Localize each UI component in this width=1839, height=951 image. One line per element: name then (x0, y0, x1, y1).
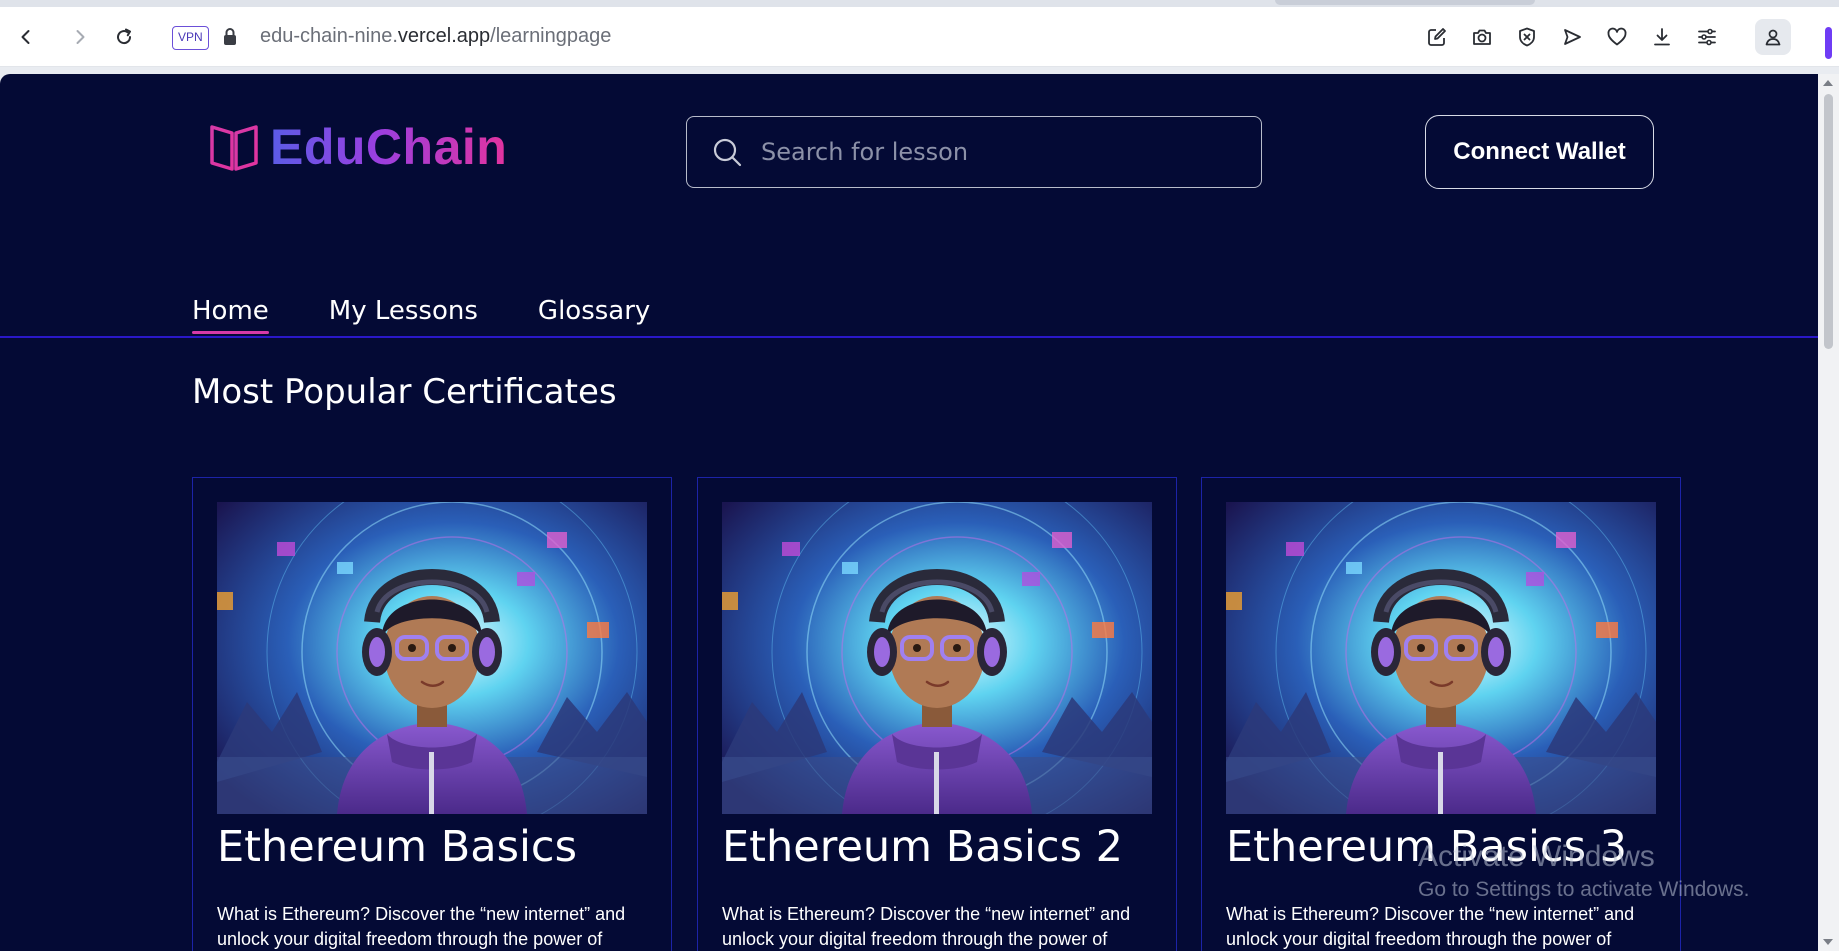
reload-button[interactable] (110, 23, 138, 51)
lock-icon[interactable] (222, 27, 238, 51)
heart-icon[interactable] (1603, 23, 1631, 51)
browser-tab-strip (0, 0, 1839, 7)
chevron-left-icon (21, 30, 30, 44)
scroll-up-arrow[interactable] (1823, 80, 1833, 86)
certificate-card[interactable]: Ethereum Basics 2 What is Ethereum? Disc… (697, 477, 1177, 951)
tab-my-lessons[interactable]: My Lessons (329, 296, 478, 332)
download-icon[interactable] (1648, 23, 1676, 51)
scrollbar-thumb[interactable] (1824, 94, 1833, 349)
search-icon (713, 138, 742, 167)
reload-icon (117, 28, 132, 45)
card-description: What is Ethereum? Discover the “new inte… (217, 904, 626, 949)
profile-icon (1765, 29, 1781, 46)
card-description: What is Ethereum? Discover the “new inte… (1226, 904, 1635, 949)
watermark-title: Activate Windows (1418, 840, 1655, 873)
search-input[interactable] (761, 138, 1231, 166)
url-host-domain: vercel.app (397, 25, 491, 47)
tab-home[interactable]: Home (192, 296, 269, 334)
site-logo[interactable]: EduChain (208, 118, 507, 176)
scroll-down-arrow[interactable] (1823, 939, 1833, 945)
forward-button[interactable] (66, 23, 94, 51)
section-title: Most Popular Certificates (192, 372, 617, 412)
page-scrollbar[interactable] (1818, 74, 1839, 951)
back-button[interactable] (12, 23, 40, 51)
card-image (722, 502, 1152, 814)
sidebar-toggle[interactable] (1825, 27, 1832, 59)
tab-glossary[interactable]: Glossary (538, 296, 650, 332)
logo-text: EduChain (270, 119, 508, 175)
book-icon (210, 125, 258, 171)
card-image (217, 502, 647, 814)
page: EduChain Connect Wallet Home My Lessons … (0, 74, 1818, 951)
url-path: /learningpage (490, 25, 612, 47)
chevron-right-icon (76, 30, 85, 44)
browser-toolbar: VPN edu-chain-nine.vercel.app/learningpa… (0, 7, 1839, 67)
address-bar[interactable]: edu-chain-nine.vercel.app/learningpage (260, 25, 611, 48)
settings-sliders-icon[interactable] (1693, 23, 1721, 51)
nav-divider (0, 336, 1818, 338)
camera-icon[interactable] (1468, 23, 1496, 51)
main-nav: Home My Lessons Glossary (192, 296, 650, 334)
profile-button[interactable] (1755, 19, 1791, 55)
search-bar[interactable] (686, 116, 1262, 188)
url-host-prefix: edu-chain-nine. (260, 25, 398, 47)
card-title: Ethereum Basics (217, 822, 577, 872)
card-image (1226, 502, 1656, 814)
certificate-card[interactable]: Ethereum Basics What is Ethereum? Discov… (192, 477, 672, 951)
send-icon[interactable] (1558, 23, 1586, 51)
active-tab[interactable] (1275, 0, 1535, 5)
connect-wallet-button[interactable]: Connect Wallet (1425, 115, 1654, 189)
watermark-subtitle: Go to Settings to activate Windows. (1418, 878, 1750, 901)
card-description: What is Ethereum? Discover the “new inte… (722, 904, 1131, 949)
windows-activation-watermark: Activate Windows Go to Settings to activ… (1418, 840, 1750, 902)
edit-icon[interactable] (1423, 23, 1451, 51)
vpn-badge[interactable]: VPN (172, 26, 209, 50)
card-title: Ethereum Basics 2 (722, 822, 1124, 872)
shield-x-icon[interactable] (1513, 23, 1541, 51)
